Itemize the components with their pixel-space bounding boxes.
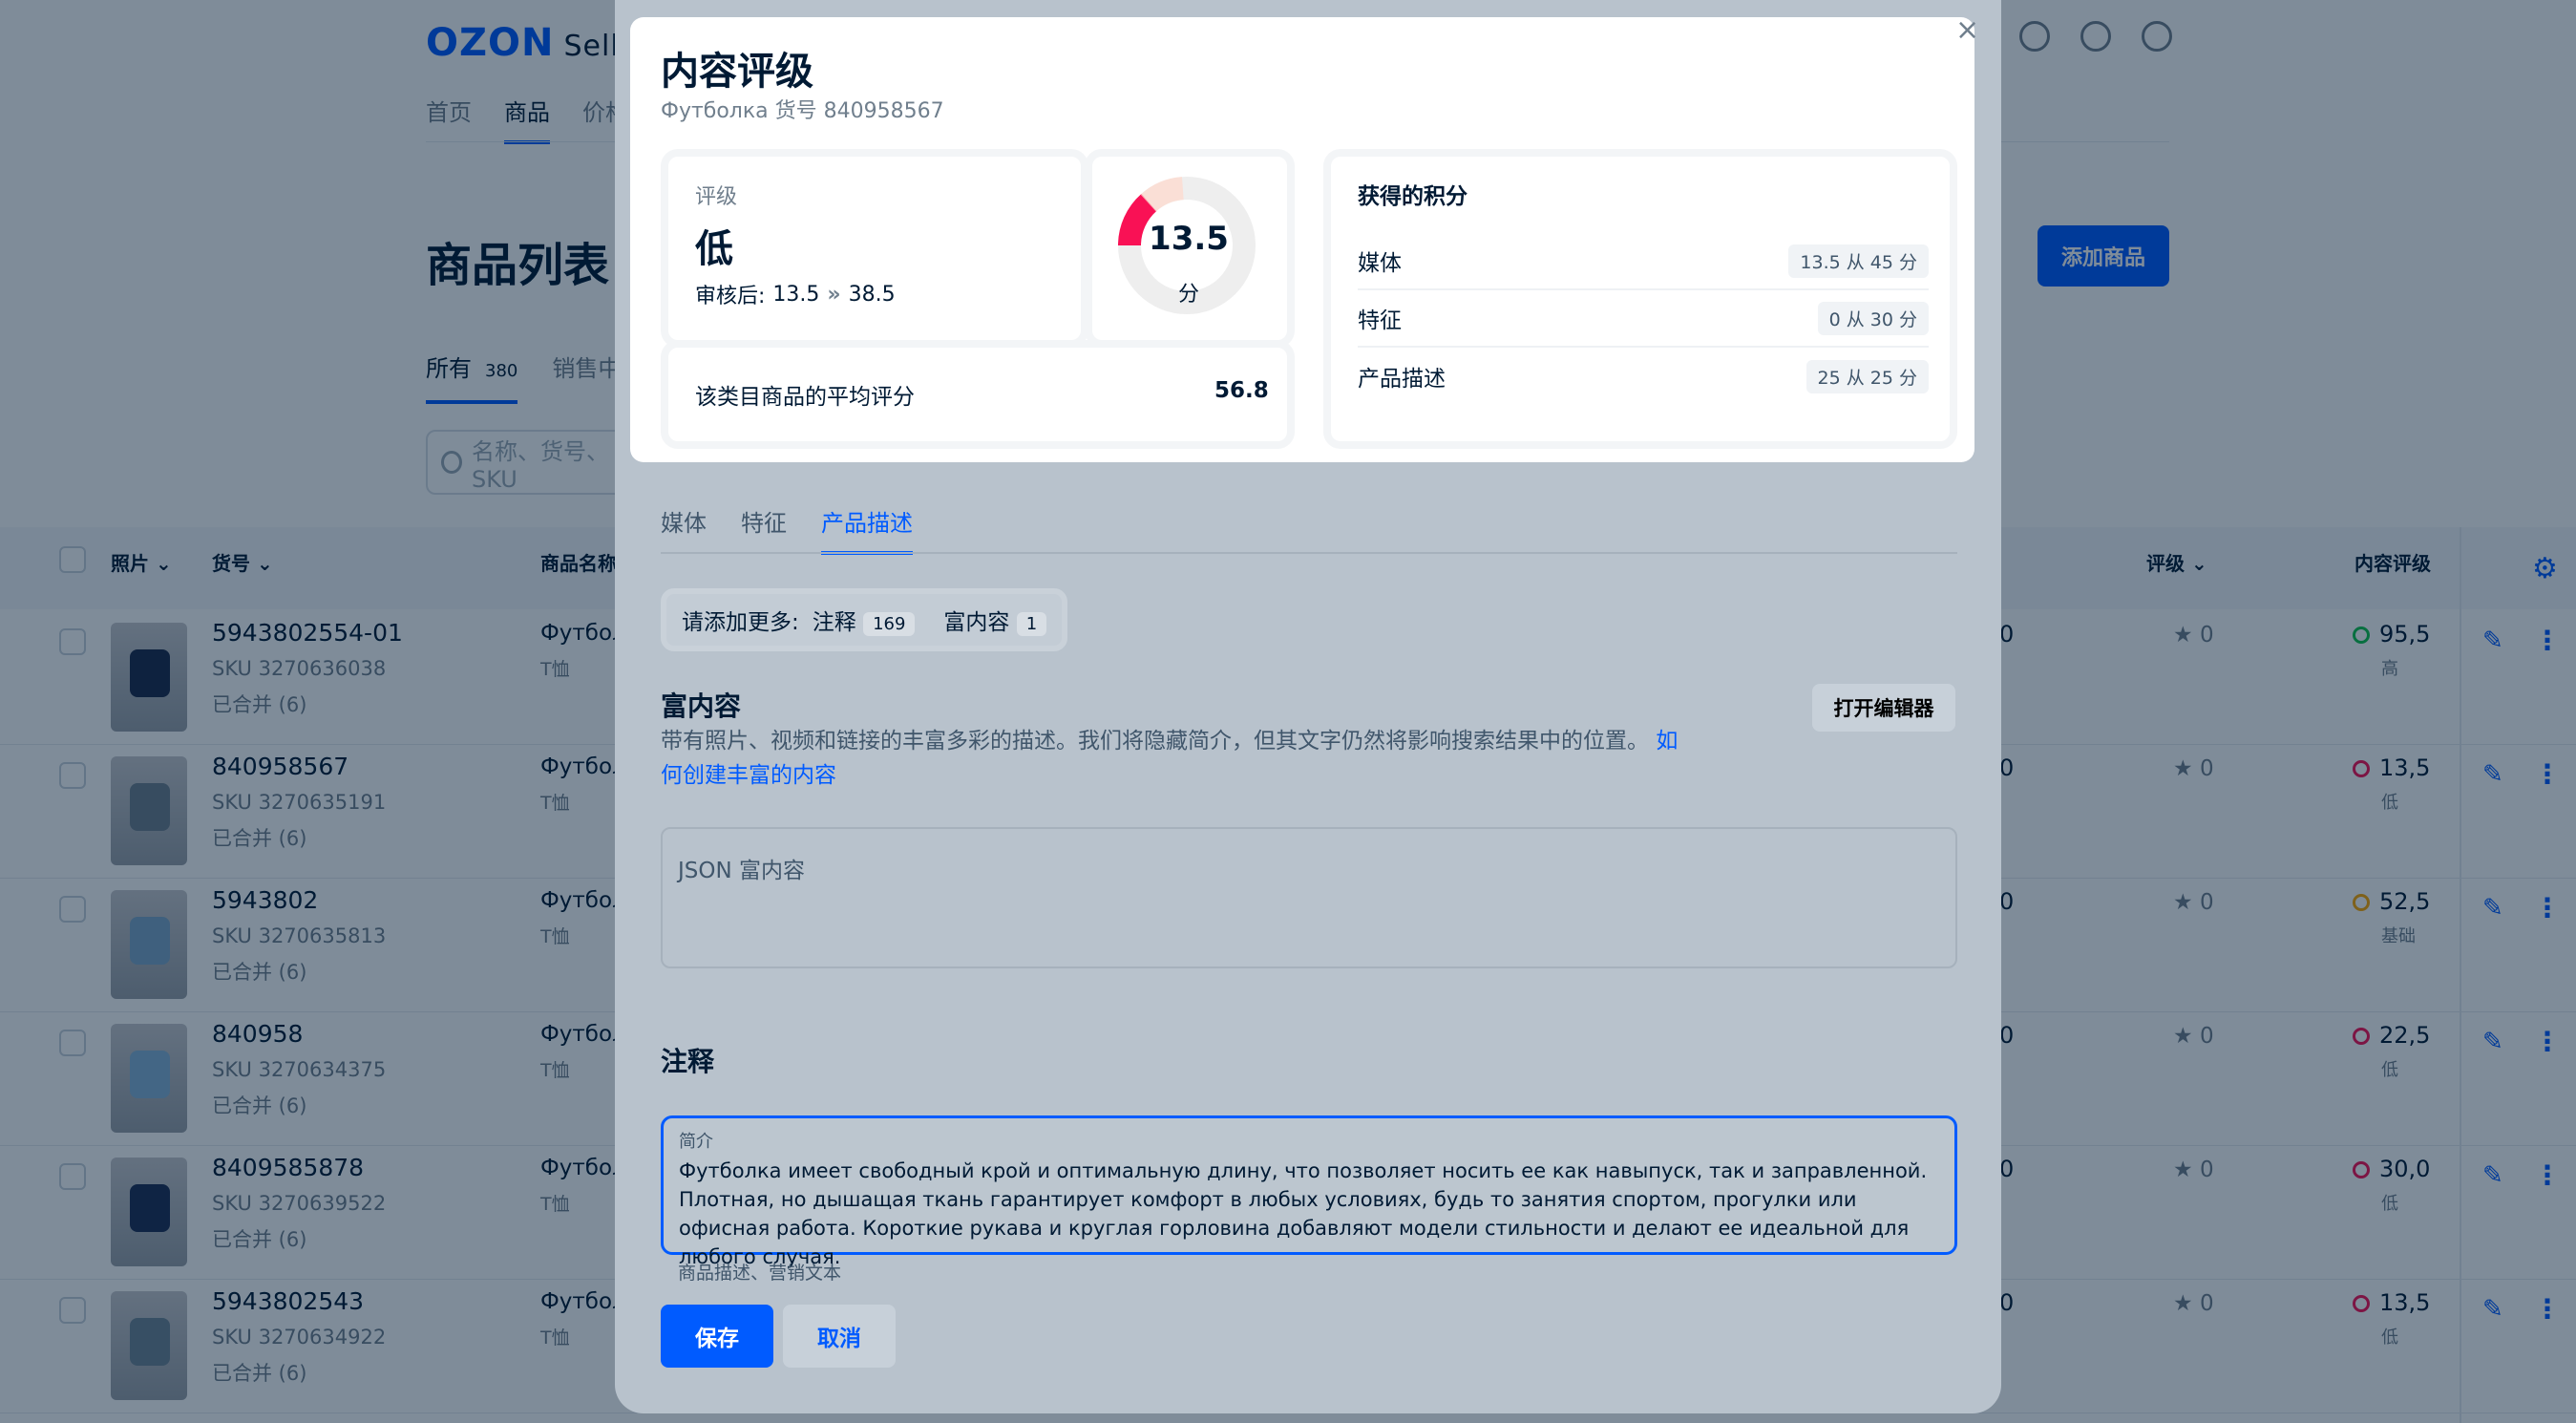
average-label: 该类目商品的平均评分: [695, 385, 915, 410]
textarea-label: 简介: [679, 1132, 713, 1152]
rating-label: 评级: [695, 185, 738, 209]
save-button[interactable]: 保存: [661, 1305, 773, 1368]
tab-description[interactable]: 产品描述: [821, 504, 913, 555]
textarea-text[interactable]: Футболка имеет свободный крой и оптималь…: [679, 1157, 1939, 1271]
tab-media[interactable]: 媒体: [661, 504, 707, 555]
textarea-hint: 商品描述、营销文本: [678, 1263, 842, 1284]
modal-subtitle: Футболка 货号 840958567: [661, 99, 944, 123]
rich-content-title: 富内容: [661, 690, 742, 722]
rich-content-description: 带有照片、视频和链接的丰富多彩的描述。我们将隐藏简介，但其文字仍然将影响搜索结果…: [661, 729, 1679, 788]
annotation-textarea[interactable]: 简介 Футболка имеет свободный крой и оптим…: [661, 1115, 1957, 1268]
points-row-attributes: 特征 0 从 30 分: [1358, 290, 1929, 348]
points-row-media: 媒体 13.5 从 45 分: [1358, 233, 1929, 290]
add-more-annotation[interactable]: 注释 169: [813, 604, 916, 636]
after-review: 审核后: 13.5 » 38.5: [695, 282, 896, 309]
cancel-button[interactable]: 取消: [783, 1305, 896, 1368]
add-more-banner: 请添加更多: 注释 169 富内容 1: [661, 588, 1068, 651]
double-chevron-icon: »: [827, 282, 841, 307]
points-row-description: 产品描述 25 从 25 分: [1358, 348, 1929, 405]
add-more-rich[interactable]: 富内容 1: [943, 604, 1047, 636]
tab-attributes[interactable]: 特征: [741, 504, 787, 555]
tabs-divider: [661, 552, 1957, 554]
average-value: 56.8: [1214, 378, 1269, 403]
rating-value: 低: [695, 227, 733, 271]
modal-title: 内容评级: [661, 50, 813, 94]
rich-json-field[interactable]: JSON 富内容: [661, 827, 1957, 968]
points-title: 获得的积分: [1358, 184, 1467, 209]
open-editor-button[interactable]: 打开编辑器: [1812, 684, 1955, 732]
score-unit: 分: [1177, 283, 1199, 307]
score-value: 13.5: [1149, 220, 1229, 258]
close-icon[interactable]: ×: [1955, 13, 1979, 47]
drawer-tabs: 媒体 特征 产品描述: [661, 504, 913, 555]
annotation-title: 注释: [661, 1046, 715, 1077]
